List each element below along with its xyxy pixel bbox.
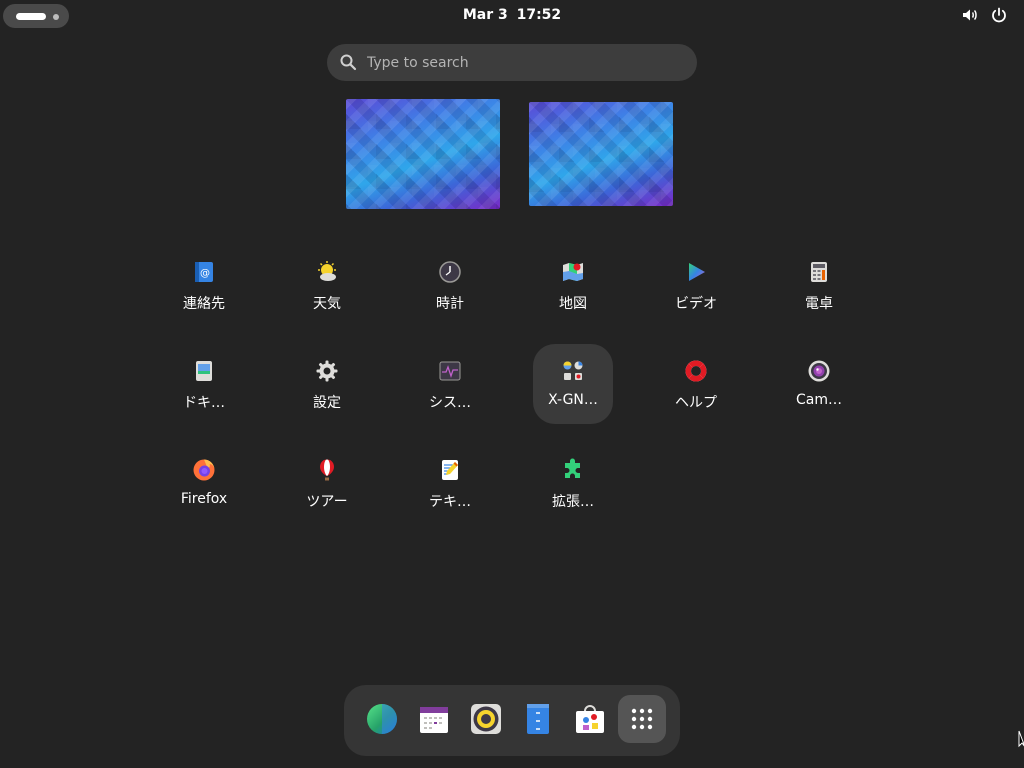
search-input[interactable] xyxy=(367,44,677,81)
dock-calendar[interactable] xyxy=(410,695,458,743)
app-label: 設定 xyxy=(313,395,341,411)
calendar-icon xyxy=(420,707,448,733)
app-label: ビデオ xyxy=(675,296,717,312)
dash xyxy=(344,685,680,756)
top-bar: Mar 3 17:52 xyxy=(0,0,1024,32)
search-bar[interactable] xyxy=(327,44,697,81)
dock-rhythmbox[interactable] xyxy=(462,695,510,743)
app-settings[interactable]: 設定 xyxy=(287,344,367,424)
app-video[interactable]: ビデオ xyxy=(656,245,736,325)
camera-icon xyxy=(808,360,830,382)
app-calculator[interactable]: 電卓 xyxy=(779,245,859,325)
show-apps-button[interactable] xyxy=(618,695,666,743)
app-label: ツアー xyxy=(306,494,348,510)
app-help[interactable]: ヘルプ xyxy=(656,344,736,424)
contacts-icon: @ xyxy=(195,262,213,282)
show-apps-grid-icon xyxy=(631,708,653,730)
date-label: Mar 3 xyxy=(462,7,508,23)
app-contacts[interactable]: @ 連絡先 xyxy=(164,245,244,325)
app-folder-icon xyxy=(563,361,583,380)
app-label: 拡張… xyxy=(552,494,594,510)
workspace-thumbnail-2[interactable] xyxy=(529,102,673,206)
video-icon xyxy=(689,263,705,281)
app-weather[interactable]: 天気 xyxy=(287,245,367,325)
dock-files[interactable] xyxy=(514,695,562,743)
svg-text:@: @ xyxy=(200,268,210,279)
app-camera[interactable]: Cam… xyxy=(779,344,859,424)
web-browser-globe-icon xyxy=(367,704,397,734)
app-firefox[interactable]: Firefox xyxy=(164,443,244,523)
app-text-editor[interactable]: テキ… xyxy=(410,443,490,523)
app-maps[interactable]: 地図 xyxy=(533,245,613,325)
settings-gear-icon xyxy=(316,360,338,382)
app-label: Firefox xyxy=(180,491,228,507)
text-editor-icon xyxy=(442,460,458,480)
tour-balloon-icon xyxy=(320,459,334,481)
weather-icon xyxy=(318,261,336,281)
dock-software[interactable] xyxy=(566,695,614,743)
power-icon[interactable] xyxy=(990,6,1008,24)
app-document-viewer[interactable]: ドキ… xyxy=(164,344,244,424)
time-label: 17:52 xyxy=(516,7,562,23)
maps-icon xyxy=(563,263,583,281)
files-icon xyxy=(527,704,549,734)
app-label: Cam… xyxy=(796,392,842,408)
workspace-thumbnail-1[interactable] xyxy=(346,99,500,209)
app-label: テキ… xyxy=(429,494,471,510)
app-folder-x-gnome[interactable]: X-GN… xyxy=(533,344,613,424)
app-label: ドキ… xyxy=(183,395,225,411)
app-label: ヘルプ xyxy=(675,395,717,411)
dock-web-browser[interactable] xyxy=(358,695,406,743)
software-store-icon xyxy=(576,705,604,733)
firefox-icon xyxy=(193,459,215,481)
app-extensions[interactable]: 拡張… xyxy=(533,443,613,523)
clock-icon xyxy=(439,261,461,283)
app-label: 電卓 xyxy=(805,296,833,312)
app-label: 時計 xyxy=(436,296,464,312)
extensions-puzzle-icon xyxy=(565,458,580,478)
rhythmbox-music-icon xyxy=(471,704,501,734)
search-icon xyxy=(340,54,357,71)
app-label: 連絡先 xyxy=(183,296,225,312)
volume-icon[interactable] xyxy=(961,6,979,24)
mouse-cursor-icon xyxy=(1018,730,1024,748)
calculator-icon xyxy=(811,262,827,282)
app-label: シス… xyxy=(429,395,471,411)
app-system-monitor[interactable]: シス… xyxy=(410,344,490,424)
clock-button[interactable]: Mar 3 17:52 xyxy=(0,7,1024,23)
app-label: 地図 xyxy=(559,296,587,312)
app-clock[interactable]: 時計 xyxy=(410,245,490,325)
app-tour[interactable]: ツアー xyxy=(287,443,367,523)
system-monitor-icon xyxy=(439,361,461,381)
document-viewer-icon xyxy=(196,361,212,381)
app-label: 天気 xyxy=(313,296,341,312)
app-label: X-GN… xyxy=(548,392,598,408)
help-lifebuoy-icon xyxy=(685,360,707,382)
